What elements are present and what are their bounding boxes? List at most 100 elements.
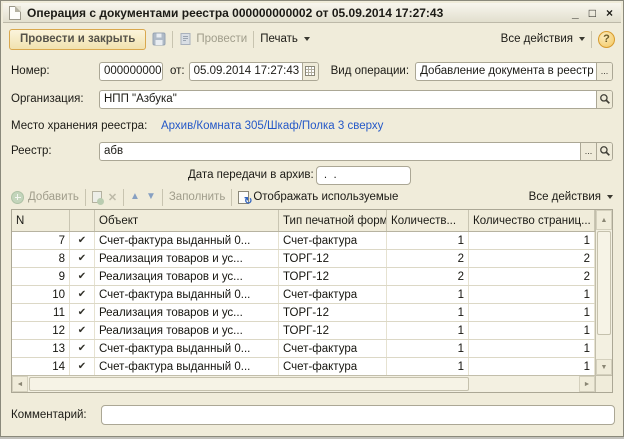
cell-check[interactable]: ✔ [70, 358, 95, 375]
all-actions-button[interactable]: Все действия [501, 33, 585, 45]
table-row[interactable]: 11 ✔ Реализация товаров и ус... ТОРГ-12 … [12, 304, 595, 322]
cell-form-type[interactable]: Счет-фактура [279, 358, 387, 375]
cell-form-type[interactable]: Счет-фактура [279, 340, 387, 357]
cell-check[interactable]: ✔ [70, 340, 95, 357]
operation-field[interactable]: Добавление документа в реестр [416, 63, 596, 80]
number-field[interactable]: 000000000002 [99, 62, 163, 81]
cell-pages[interactable]: 1 [469, 358, 595, 375]
cell-qty[interactable]: 2 [387, 250, 469, 267]
horizontal-scroll-thumb[interactable] [29, 377, 469, 391]
cell-qty[interactable]: 1 [387, 286, 469, 303]
cell-object[interactable]: Счет-фактура выданный 0... [95, 358, 279, 375]
storage-place-link[interactable]: Архив/Комната 305/Шкаф/Полка 3 сверху [161, 120, 383, 132]
maximize-button[interactable]: □ [589, 6, 596, 20]
table-row[interactable]: 12 ✔ Реализация товаров и ус... ТОРГ-12 … [12, 322, 595, 340]
table-row[interactable]: 9 ✔ Реализация товаров и ус... ТОРГ-12 2… [12, 268, 595, 286]
print-menu-button[interactable]: Печать [260, 33, 310, 45]
cell-n[interactable]: 9 [12, 268, 70, 285]
close-button[interactable]: × [606, 6, 613, 20]
copy-row-icon[interactable] [92, 191, 102, 203]
cell-n[interactable]: 12 [12, 322, 70, 339]
cell-qty[interactable]: 1 [387, 304, 469, 321]
cell-pages[interactable]: 1 [469, 304, 595, 321]
cell-pages[interactable]: 2 [469, 268, 595, 285]
cell-pages[interactable]: 1 [469, 322, 595, 339]
move-up-icon[interactable]: ▲ [130, 192, 140, 202]
save-icon[interactable] [152, 32, 166, 46]
cell-form-type[interactable]: ТОРГ-12 [279, 322, 387, 339]
show-used-button[interactable]: ↻ Отображать используемые [238, 191, 398, 204]
header-pages[interactable]: Количество страниц... [469, 210, 595, 231]
cell-qty[interactable]: 1 [387, 322, 469, 339]
cell-object[interactable]: Счет-фактура выданный 0... [95, 232, 279, 249]
scroll-right-button[interactable]: ► [579, 376, 595, 392]
cell-n[interactable]: 7 [12, 232, 70, 249]
table-row[interactable]: 10 ✔ Счет-фактура выданный 0... Счет-фак… [12, 286, 595, 304]
organization-field[interactable]: НПП "Азбука" [100, 91, 596, 108]
header-qty[interactable]: Количеств... [387, 210, 469, 231]
table-all-actions-button[interactable]: Все действия [529, 191, 613, 203]
cell-n[interactable]: 13 [12, 340, 70, 357]
cell-object[interactable]: Счет-фактура выданный 0... [95, 286, 279, 303]
table-row[interactable]: 14 ✔ Счет-фактура выданный 0... Счет-фак… [12, 358, 595, 375]
cell-check[interactable]: ✔ [70, 304, 95, 321]
cell-qty[interactable]: 1 [387, 358, 469, 375]
cell-check[interactable]: ✔ [70, 286, 95, 303]
comment-field[interactable] [101, 405, 615, 425]
table-row[interactable]: 7 ✔ Счет-фактура выданный 0... Счет-факт… [12, 232, 595, 250]
cell-n[interactable]: 11 [12, 304, 70, 321]
help-button[interactable]: ? [598, 31, 615, 48]
vertical-scroll-track[interactable] [596, 336, 612, 359]
cell-object[interactable]: Счет-фактура выданный 0... [95, 340, 279, 357]
cell-form-type[interactable]: Счет-фактура [279, 286, 387, 303]
cell-n[interactable]: 10 [12, 286, 70, 303]
scroll-up-button[interactable]: ▲ [596, 210, 612, 230]
cell-check[interactable]: ✔ [70, 322, 95, 339]
cell-object[interactable]: Реализация товаров и ус... [95, 250, 279, 267]
archive-date-field[interactable]: . . [316, 166, 411, 185]
cell-qty[interactable]: 2 [387, 268, 469, 285]
date-field[interactable]: 05.09.2014 17:27:43 [190, 63, 302, 80]
cell-form-type[interactable]: ТОРГ-12 [279, 250, 387, 267]
cell-qty[interactable]: 1 [387, 340, 469, 357]
cell-object[interactable]: Реализация товаров и ус... [95, 268, 279, 285]
cell-check[interactable]: ✔ [70, 268, 95, 285]
post-and-close-button[interactable]: Провести и закрыть [9, 29, 146, 50]
header-object[interactable]: Объект [95, 210, 279, 231]
cell-pages[interactable]: 1 [469, 340, 595, 357]
header-check[interactable] [70, 210, 95, 231]
cell-pages[interactable]: 2 [469, 250, 595, 267]
cell-check[interactable]: ✔ [70, 232, 95, 249]
registry-search-button[interactable] [596, 143, 612, 160]
operation-more-button[interactable]: ... [596, 63, 612, 80]
registry-field[interactable]: абв [100, 143, 580, 160]
horizontal-scroll-track[interactable] [470, 376, 579, 392]
registry-more-button[interactable]: ... [580, 143, 596, 160]
cell-pages[interactable]: 1 [469, 232, 595, 249]
cell-form-type[interactable]: ТОРГ-12 [279, 304, 387, 321]
header-form-type[interactable]: Тип печатной формы [279, 210, 387, 231]
calendar-button[interactable] [302, 63, 318, 80]
cell-n[interactable]: 14 [12, 358, 70, 375]
organization-search-button[interactable] [596, 91, 612, 108]
cell-check[interactable]: ✔ [70, 250, 95, 267]
cell-pages[interactable]: 1 [469, 286, 595, 303]
cell-object[interactable]: Реализация товаров и ус... [95, 304, 279, 321]
vertical-scroll-thumb[interactable] [597, 231, 611, 335]
scroll-left-button[interactable]: ◄ [12, 376, 28, 392]
fill-button[interactable]: Заполнить [169, 191, 225, 203]
vertical-scrollbar[interactable]: ▲ ▼ [595, 210, 612, 375]
cell-object[interactable]: Реализация товаров и ус... [95, 322, 279, 339]
header-n[interactable]: N [12, 210, 70, 231]
table-row[interactable]: 8 ✔ Реализация товаров и ус... ТОРГ-12 2… [12, 250, 595, 268]
minimize-button[interactable]: _ [572, 6, 579, 20]
table-row[interactable]: 13 ✔ Счет-фактура выданный 0... Счет-фак… [12, 340, 595, 358]
horizontal-scrollbar[interactable]: ◄ ► [12, 375, 595, 392]
add-row-button[interactable]: Добавить [11, 191, 79, 204]
post-button[interactable]: Провести [179, 32, 247, 46]
delete-row-icon[interactable]: ✕ [108, 191, 117, 204]
scroll-down-button[interactable]: ▼ [596, 359, 612, 375]
cell-n[interactable]: 8 [12, 250, 70, 267]
cell-qty[interactable]: 1 [387, 232, 469, 249]
move-down-icon[interactable]: ▼ [146, 192, 156, 202]
